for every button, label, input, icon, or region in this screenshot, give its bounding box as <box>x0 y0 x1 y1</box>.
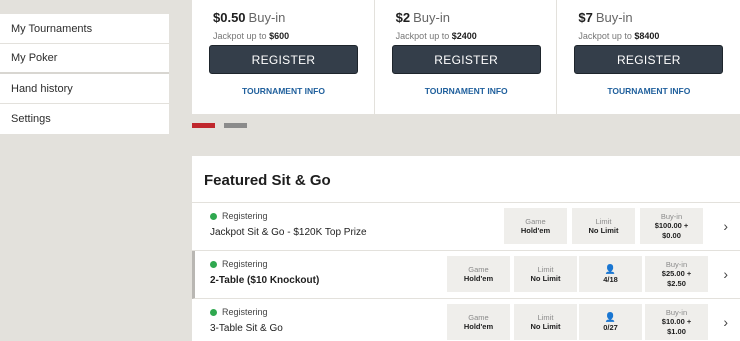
buyin-price: $0.50 Buy-in <box>213 10 286 25</box>
tournament-info-link[interactable]: TOURNAMENT INFO <box>392 86 541 96</box>
buyin-box: Buy-in $100.00 + $0.00 <box>640 208 703 244</box>
game-box: Game Hold'em <box>504 208 567 244</box>
sidebar-item-settings[interactable]: Settings <box>0 104 169 134</box>
green-dot-icon <box>210 308 217 316</box>
jackpot-text: Jackpot up to $2400 <box>395 31 477 41</box>
user-icon: 👤 <box>604 311 617 322</box>
tournament-row[interactable]: Registering 3-Table Sit & Go Game Hold'em… <box>192 299 740 341</box>
game-box: Game Hold'em <box>447 304 510 340</box>
buyin-box: Buy-in $25.00 + $2.50 <box>645 256 708 292</box>
tournament-name: 3-Table Sit & Go <box>210 323 283 334</box>
status-badge: Registering <box>210 307 268 317</box>
carousel-dot-active[interactable] <box>192 123 215 128</box>
buyin-box: Buy-in $10.00 + $1.00 <box>645 304 708 340</box>
sidebar-item-my-tournaments[interactable]: My Tournaments <box>0 14 169 44</box>
tournament-name: Jackpot Sit & Go - $120K Top Prize <box>210 227 367 238</box>
status-badge: Registering <box>210 259 268 269</box>
sidebar-item-hand-history[interactable]: Hand history <box>0 74 169 104</box>
tournament-card: $7 Buy-in Jackpot up to $8400 REGISTER TO… <box>557 0 740 114</box>
buyin-price: $7 Buy-in <box>578 10 633 25</box>
jackpot-text: Jackpot up to $8400 <box>578 31 660 41</box>
tournament-info-link[interactable]: TOURNAMENT INFO <box>574 86 723 96</box>
tournament-card: $0.50 Buy-in Jackpot up to $600 REGISTER … <box>192 0 375 114</box>
tournament-row[interactable]: Registering Jackpot Sit & Go - $120K Top… <box>192 203 740 251</box>
featured-panel: Featured Sit & Go Registering Jackpot Si… <box>192 156 740 341</box>
sidebar-item-label: Hand history <box>11 82 73 95</box>
green-dot-icon <box>210 260 217 268</box>
section-title: Featured Sit & Go <box>192 156 740 203</box>
sidebar: My Tournaments My Poker Hand history Set… <box>0 14 169 134</box>
tournament-cards: $0.50 Buy-in Jackpot up to $600 REGISTER … <box>192 0 740 114</box>
carousel-dot[interactable] <box>224 123 247 128</box>
register-button[interactable]: REGISTER <box>209 45 358 74</box>
register-button[interactable]: REGISTER <box>574 45 724 74</box>
buyin-price: $2 Buy-in <box>395 10 450 25</box>
players-box: 👤 0/27 <box>579 304 642 340</box>
players-box: 👤 4/18 <box>579 256 642 292</box>
jackpot-text: Jackpot up to $600 <box>213 31 290 41</box>
status-badge: Registering <box>210 211 268 221</box>
tournament-card: $2 Buy-in Jackpot up to $2400 REGISTER TO… <box>375 0 558 114</box>
chevron-right-icon[interactable]: › <box>723 266 728 282</box>
register-button[interactable]: REGISTER <box>391 45 541 74</box>
limit-box: Limit No Limit <box>514 256 577 292</box>
user-icon: 👤 <box>604 263 617 274</box>
green-dot-icon <box>210 212 217 220</box>
limit-box: Limit No Limit <box>572 208 635 244</box>
limit-box: Limit No Limit <box>514 304 577 340</box>
game-box: Game Hold'em <box>447 256 510 292</box>
chevron-right-icon[interactable]: › <box>723 314 728 330</box>
tournament-row[interactable]: Registering 2-Table ($10 Knockout) Game H… <box>192 251 740 299</box>
sidebar-item-my-poker[interactable]: My Poker <box>0 44 169 74</box>
sidebar-item-label: Settings <box>11 113 51 125</box>
sidebar-item-label: My Poker <box>11 52 58 64</box>
tournament-name: 2-Table ($10 Knockout) <box>210 275 320 286</box>
chevron-right-icon[interactable]: › <box>723 218 728 234</box>
sidebar-item-label: My Tournaments <box>11 22 93 35</box>
tournament-info-link[interactable]: TOURNAMENT INFO <box>209 86 358 96</box>
